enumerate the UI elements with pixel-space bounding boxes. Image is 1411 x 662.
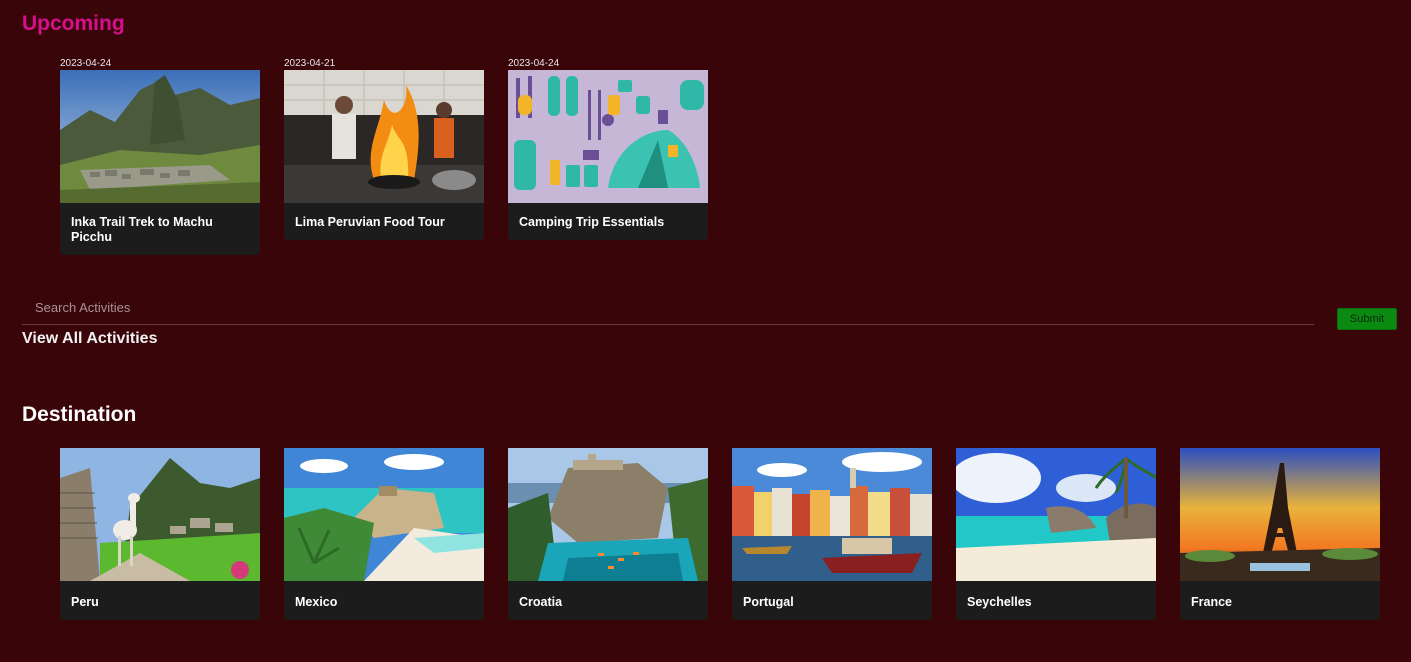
submit-button[interactable]: Submit: [1337, 308, 1397, 330]
activity-title[interactable]: Inka Trail Trek to Machu Picchu: [60, 203, 260, 255]
activity-date: 2023-04-24: [60, 58, 112, 69]
page: Upcoming 2023-04-24 Inka Trail Trek to M…: [0, 0, 1411, 662]
upcoming-list: 2023-04-24 Inka Trail Trek to Machu Picc…: [60, 58, 708, 255]
machu-picchu-image[interactable]: [60, 70, 260, 203]
destination-list: Peru Mexico Croatia Portugal Seychelles …: [60, 448, 1380, 620]
croatia-image[interactable]: [508, 448, 708, 581]
activity-title[interactable]: Camping Trip Essentials: [508, 203, 708, 240]
upcoming-heading: Upcoming: [22, 12, 125, 35]
destination-card[interactable]: Portugal: [732, 448, 932, 620]
activity-card[interactable]: 2023-04-24: [60, 58, 260, 255]
activity-date: 2023-04-24: [508, 58, 560, 69]
destination-name[interactable]: France: [1180, 581, 1380, 620]
destination-card[interactable]: Croatia: [508, 448, 708, 620]
portugal-image[interactable]: [732, 448, 932, 581]
peru-image[interactable]: [60, 448, 260, 581]
activity-card[interactable]: 2023-04-21 Lima Peruvian Food Tour: [284, 58, 484, 255]
activity-date: 2023-04-21: [284, 58, 336, 69]
france-image[interactable]: [1180, 448, 1380, 581]
destination-heading: Destination: [22, 403, 137, 426]
seychelles-image[interactable]: [956, 448, 1156, 581]
search-bar: [22, 290, 1314, 325]
destination-name[interactable]: Mexico: [284, 581, 484, 620]
activity-title[interactable]: Lima Peruvian Food Tour: [284, 203, 484, 240]
destination-name[interactable]: Croatia: [508, 581, 708, 620]
destination-name[interactable]: Peru: [60, 581, 260, 620]
camping-gear-image[interactable]: [508, 70, 708, 203]
activity-card[interactable]: 2023-04-24: [508, 58, 708, 255]
mexico-image[interactable]: [284, 448, 484, 581]
food-tour-image[interactable]: [284, 70, 484, 203]
search-input[interactable]: [22, 290, 1314, 324]
view-all-activities-link[interactable]: View All Activities: [22, 330, 157, 348]
destination-card[interactable]: Mexico: [284, 448, 484, 620]
destination-card[interactable]: Seychelles: [956, 448, 1156, 620]
destination-name[interactable]: Seychelles: [956, 581, 1156, 620]
destination-card[interactable]: Peru: [60, 448, 260, 620]
destination-name[interactable]: Portugal: [732, 581, 932, 620]
destination-card[interactable]: France: [1180, 448, 1380, 620]
